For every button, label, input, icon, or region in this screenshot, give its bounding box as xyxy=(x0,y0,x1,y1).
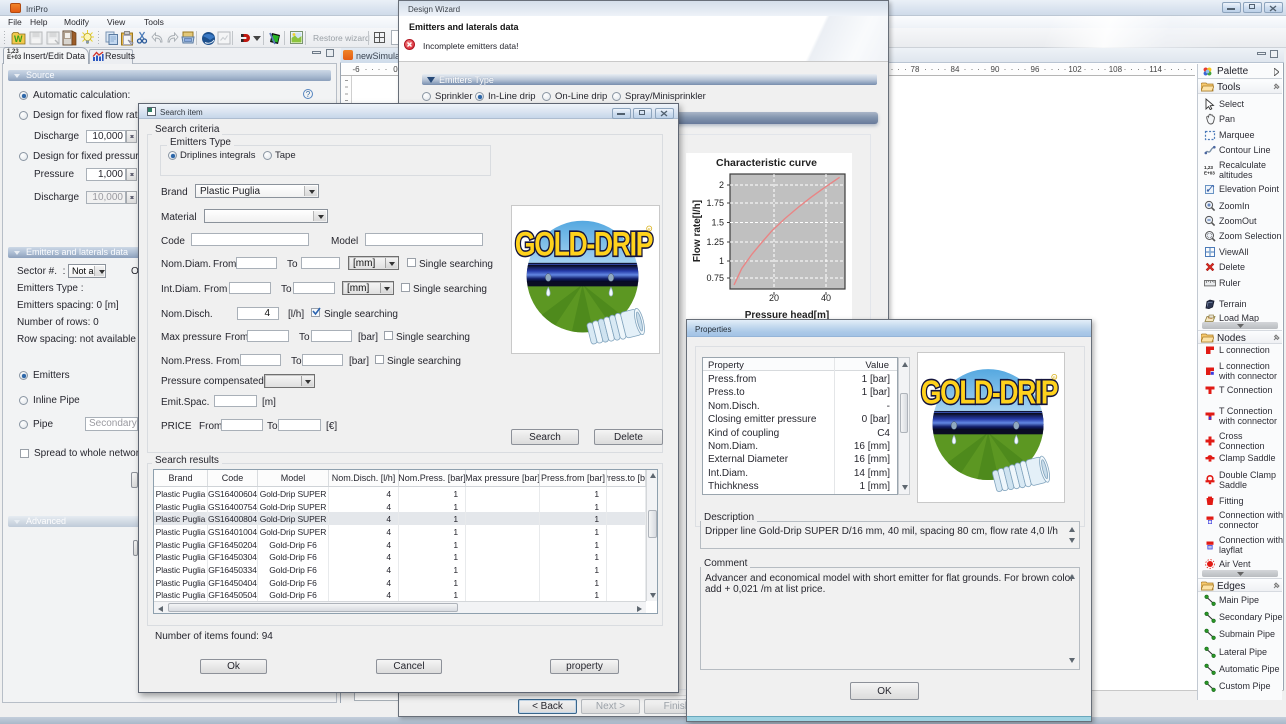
svg-text:2: 2 xyxy=(719,180,724,190)
svg-text:GOLD-DRIP: GOLD-DRIP xyxy=(515,225,653,263)
svg-text:1.75: 1.75 xyxy=(706,198,724,208)
svg-text:1.25: 1.25 xyxy=(706,237,724,247)
svg-text:R: R xyxy=(1053,375,1056,380)
svg-text:40: 40 xyxy=(821,293,831,303)
svg-text:1.5: 1.5 xyxy=(711,218,724,228)
svg-text:GOLD-DRIP: GOLD-DRIP xyxy=(921,374,1058,411)
svg-text:1,23: 1,23 xyxy=(1204,165,1213,170)
svg-text:20: 20 xyxy=(769,293,779,303)
svg-text:W: W xyxy=(14,34,23,44)
svg-text:E+03: E+03 xyxy=(1204,171,1215,176)
svg-text:0.75: 0.75 xyxy=(706,273,724,283)
svg-text:R: R xyxy=(648,227,651,232)
svg-text:Flow rate[l/h]: Flow rate[l/h] xyxy=(692,200,703,262)
svg-text:1: 1 xyxy=(719,256,724,266)
